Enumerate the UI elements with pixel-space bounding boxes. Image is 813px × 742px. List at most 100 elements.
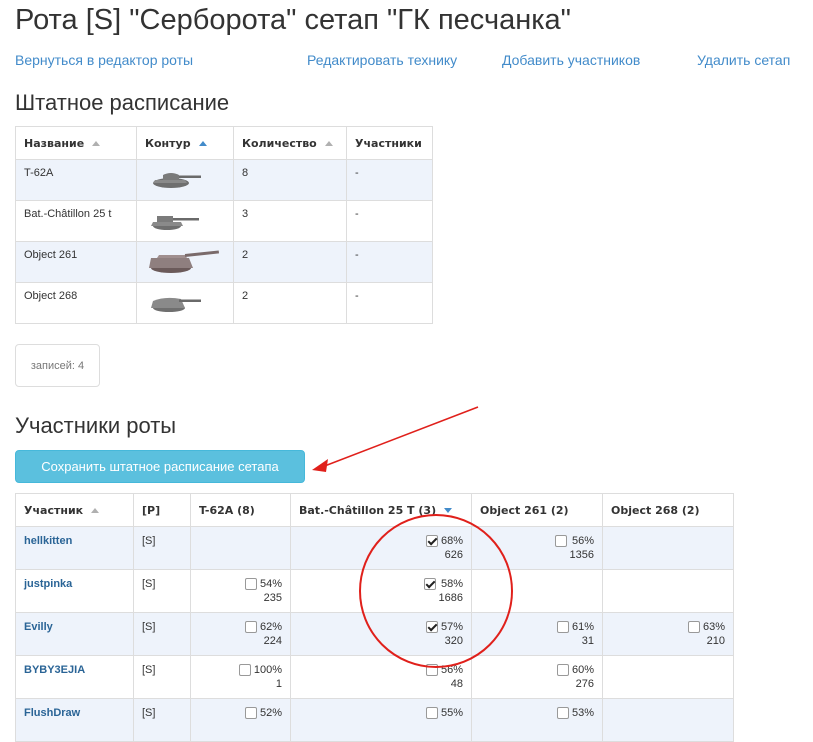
- battle-count: 626: [444, 549, 463, 561]
- win-rate: 52%: [259, 707, 282, 719]
- assign-checkbox[interactable]: [554, 535, 567, 547]
- save-setup-button[interactable]: Сохранить штатное расписание сетапа: [15, 450, 305, 483]
- vehicle-stat-cell: 53%: [471, 698, 603, 742]
- vehicle-stat-cell: 63% 210: [602, 612, 734, 656]
- vehicle-stat-cell: 55%: [290, 698, 472, 742]
- battle-count: 235: [263, 592, 282, 604]
- vehicle-count: 8: [233, 159, 347, 201]
- tank-silhouette-icon: [136, 282, 234, 324]
- assign-checkbox[interactable]: [244, 621, 257, 633]
- win-rate: 61%: [571, 621, 594, 633]
- column-header-object268[interactable]: Object 268 (2): [602, 493, 734, 527]
- member-name[interactable]: hellkitten: [15, 526, 134, 570]
- assign-checkbox[interactable]: [556, 664, 569, 676]
- back-to-editor-link[interactable]: Вернуться в редактор роты: [15, 52, 193, 68]
- vehicle-name: T-62A: [15, 159, 137, 201]
- column-header-name[interactable]: Название: [15, 126, 137, 160]
- vehicle-name: Object 268: [15, 282, 137, 324]
- member-role: [S]: [133, 655, 191, 699]
- battle-count: 31: [581, 635, 594, 647]
- annotation-arrowhead: [312, 459, 328, 472]
- vehicle-count: 3: [233, 200, 347, 242]
- sort-icon: [324, 141, 333, 146]
- member-role: [S]: [133, 698, 191, 742]
- assign-checkbox[interactable]: [425, 621, 438, 633]
- column-header-role[interactable]: [P]: [133, 493, 191, 527]
- win-rate: 55%: [440, 707, 463, 719]
- assign-checkbox[interactable]: [244, 707, 257, 719]
- vehicle-stat-cell: 60% 276: [471, 655, 603, 699]
- column-header-contour[interactable]: Контур: [136, 126, 234, 160]
- assign-checkbox[interactable]: [244, 578, 257, 590]
- win-rate: 56%: [440, 664, 463, 676]
- vehicle-stat-cell: 58% 1686: [290, 569, 472, 613]
- add-members-link[interactable]: Добавить участников: [502, 52, 640, 68]
- vehicle-members: -: [346, 200, 433, 242]
- battle-count: 1356: [569, 549, 594, 561]
- vehicle-stat-cell: [602, 698, 734, 742]
- annotation-arrow: [321, 406, 479, 468]
- vehicle-members: -: [346, 241, 433, 283]
- staff-heading: Штатное расписание: [15, 90, 230, 115]
- vehicle-name: Bat.-Châtillon 25 t: [15, 200, 137, 242]
- table-row: Object 261 2 -: [15, 241, 433, 283]
- member-role: [S]: [133, 612, 191, 656]
- battle-count: 48: [450, 678, 463, 690]
- vehicle-count: 2: [233, 282, 347, 324]
- edit-vehicles-link[interactable]: Редактировать технику: [307, 52, 457, 68]
- win-rate: 54%: [259, 578, 282, 590]
- column-header-member[interactable]: Участник: [15, 493, 134, 527]
- member-name[interactable]: BYBY3EJIA: [15, 655, 134, 699]
- sort-icon: [92, 141, 101, 146]
- member-role: [S]: [133, 569, 191, 613]
- member-name[interactable]: FlushDraw: [15, 698, 134, 742]
- vehicle-stat-cell: [602, 526, 734, 570]
- battle-count: 276: [575, 678, 594, 690]
- battle-count: 1686: [438, 592, 463, 604]
- vehicle-stat-cell: [602, 569, 734, 613]
- assign-checkbox[interactable]: [425, 707, 438, 719]
- vehicle-stat-cell: 68% 626: [290, 526, 472, 570]
- vehicle-stat-cell: 57% 320: [290, 612, 472, 656]
- vehicle-stat-cell: [190, 526, 291, 570]
- assign-checkbox[interactable]: [238, 664, 251, 676]
- vehicle-stat-cell: [471, 569, 603, 613]
- vehicle-stat-cell: 62% 224: [190, 612, 291, 656]
- column-header-object261[interactable]: Object 261 (2): [471, 493, 603, 527]
- vehicle-stat-cell: 56% 1356: [471, 526, 603, 570]
- staff-table: Название Контур Количество Участники T-6…: [15, 126, 433, 324]
- battle-count: 224: [263, 635, 282, 647]
- assign-checkbox[interactable]: [556, 707, 569, 719]
- table-row: justpinka [S] 54% 235 58% 1686: [15, 569, 734, 613]
- sort-icon: [91, 508, 100, 513]
- win-rate: 56%: [571, 535, 594, 547]
- sort-desc-icon: [444, 508, 453, 513]
- battle-count: 1: [275, 678, 282, 690]
- member-name[interactable]: Evilly: [15, 612, 134, 656]
- battle-count: 320: [444, 635, 463, 647]
- assign-checkbox[interactable]: [425, 664, 438, 676]
- win-rate: 68%: [440, 535, 463, 547]
- column-header-count[interactable]: Количество: [233, 126, 347, 160]
- members-heading: Участники роты: [15, 413, 177, 438]
- table-row: FlushDraw [S] 52% 55% 53%: [15, 698, 734, 742]
- column-header-members[interactable]: Участники: [346, 126, 433, 160]
- assign-checkbox[interactable]: [425, 535, 438, 547]
- page-title: Рота [S] "Серборота" сетап "ГК песчанка": [15, 4, 571, 36]
- vehicle-name: Object 261: [15, 241, 137, 283]
- delete-setup-link[interactable]: Удалить сетап: [697, 52, 790, 68]
- column-header-t62a[interactable]: T-62A (8): [190, 493, 291, 527]
- assign-checkbox[interactable]: [423, 578, 436, 590]
- member-name[interactable]: justpinka: [15, 569, 134, 613]
- vehicle-stat-cell: 52%: [190, 698, 291, 742]
- assign-checkbox[interactable]: [687, 621, 700, 633]
- vehicle-members: -: [346, 282, 433, 324]
- win-rate: 62%: [259, 621, 282, 633]
- column-header-batchat[interactable]: Bat.-Châtillon 25 T (3): [290, 493, 472, 527]
- win-rate: 58%: [440, 578, 463, 590]
- sort-asc-icon: [198, 141, 207, 146]
- member-role: [S]: [133, 526, 191, 570]
- assign-checkbox[interactable]: [556, 621, 569, 633]
- table-row: BYBY3EJIA [S] 100% 1 56% 48 60% 276: [15, 655, 734, 699]
- table-row: hellkitten [S] 68% 626 56% 1356: [15, 526, 734, 570]
